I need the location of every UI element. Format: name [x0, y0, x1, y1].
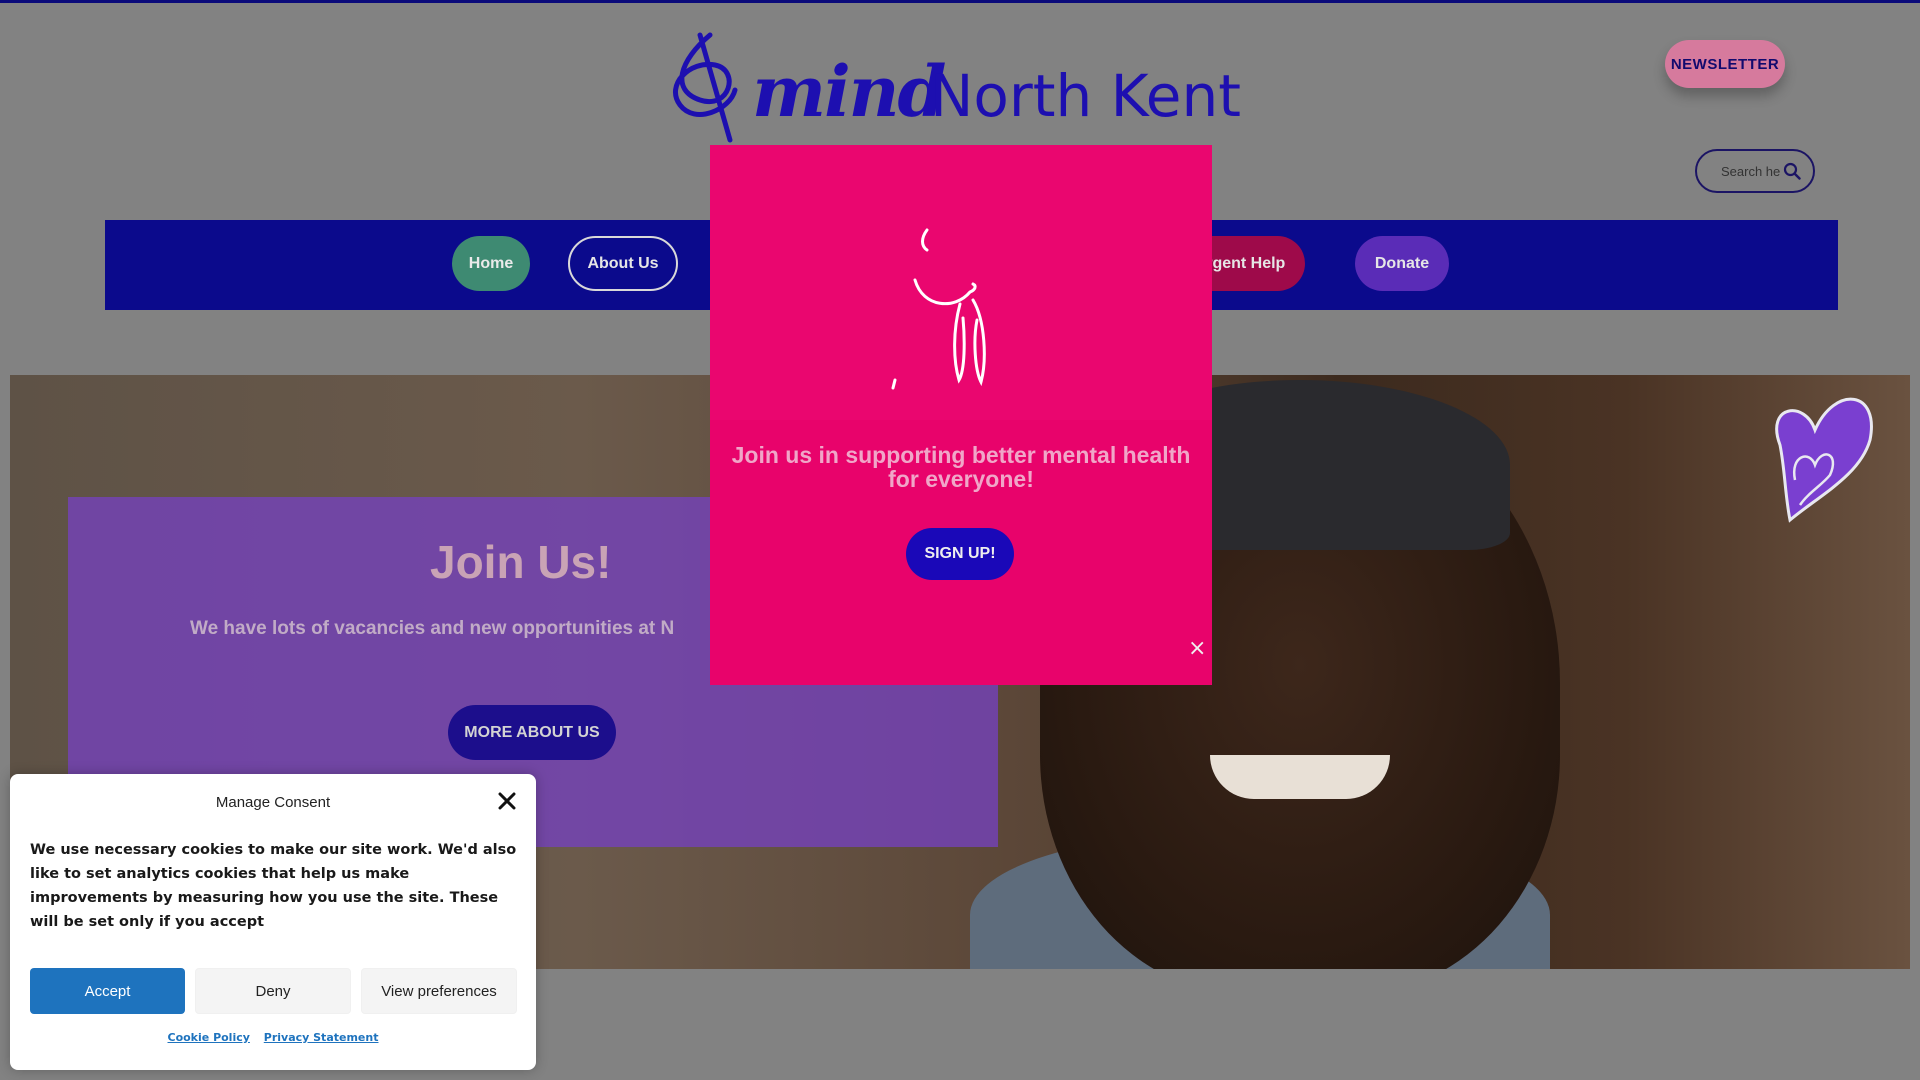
- hero-text: We have lots of vacancies and new opport…: [190, 618, 675, 639]
- more-about-us-button[interactable]: MORE ABOUT US: [448, 705, 616, 760]
- accept-button[interactable]: Accept: [30, 968, 185, 1014]
- search-input[interactable]: [1719, 162, 1783, 180]
- close-icon[interactable]: ×: [1188, 638, 1206, 660]
- nav-item-donate[interactable]: Donate: [1355, 236, 1449, 291]
- consent-text: We use necessary cookies to make our sit…: [30, 842, 517, 930]
- hero-title: Join Us!: [430, 536, 612, 588]
- popup-figure-icon: [891, 228, 986, 390]
- consent-title: Manage Consent: [215, 794, 331, 811]
- cookie-policy-link[interactable]: Cookie Policy: [168, 1031, 250, 1044]
- top-border: [0, 0, 1920, 3]
- cookie-consent-dialog: Manage Consent We use necessary cookies …: [10, 774, 536, 1070]
- deny-button[interactable]: Deny: [195, 968, 351, 1014]
- newsletter-button[interactable]: NEWSLETTER: [1665, 40, 1785, 88]
- logo-place-text: North Kent: [930, 62, 1241, 130]
- heart-icon: [1775, 397, 1873, 523]
- mind-logo-icon: [672, 32, 738, 143]
- logo-mind-text: mind: [752, 50, 946, 133]
- site-logo[interactable]: mind North Kent: [660, 30, 1241, 145]
- hero-photo-smile: [1210, 755, 1390, 799]
- nav-item-home[interactable]: Home: [452, 236, 530, 291]
- view-preferences-button[interactable]: View preferences: [361, 968, 517, 1014]
- consent-links: Cookie Policy Privacy Statement: [10, 1031, 536, 1044]
- signup-popup: Join us in supporting better mental heal…: [710, 145, 1212, 685]
- sign-up-button[interactable]: SIGN UP!: [906, 528, 1014, 580]
- nav-item-about-us[interactable]: About Us: [568, 236, 678, 291]
- search-box: [1695, 149, 1815, 193]
- search-icon[interactable]: [1783, 162, 1801, 180]
- close-icon[interactable]: [496, 790, 518, 812]
- privacy-statement-link[interactable]: Privacy Statement: [264, 1031, 379, 1044]
- popup-heading: Join us in supporting better mental heal…: [731, 442, 1191, 492]
